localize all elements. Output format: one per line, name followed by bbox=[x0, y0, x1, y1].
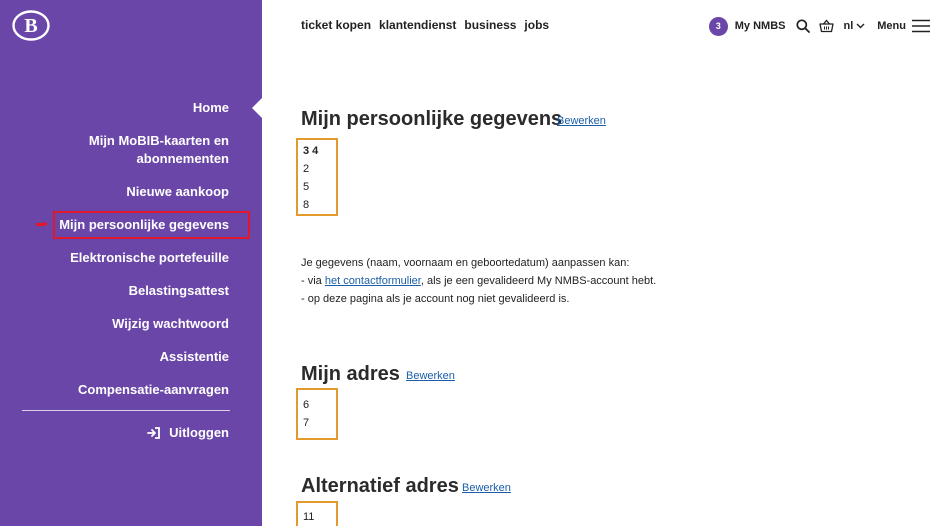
personal-value-4: 8 bbox=[303, 199, 310, 211]
edit-personal-link[interactable]: Bewerken bbox=[557, 115, 606, 127]
sidebar-item-persoonlijke-gegevens[interactable]: Mijn persoonlijke gegevens bbox=[59, 216, 229, 234]
sidebar-item-belastingsattest[interactable]: Belastingsattest bbox=[129, 282, 229, 300]
logout-icon bbox=[147, 426, 161, 439]
alt-address-values-box: 11 bbox=[296, 501, 338, 526]
menu-label: Menu bbox=[877, 20, 906, 32]
logo-icon[interactable]: B bbox=[12, 10, 50, 41]
hamburger-menu-icon bbox=[912, 19, 930, 33]
nav-link-klantendienst[interactable]: klantendienst bbox=[379, 18, 456, 32]
personal-data-title: Mijn persoonlijke gegevens bbox=[301, 108, 563, 130]
personal-value-2: 2 bbox=[303, 163, 310, 175]
language-selector[interactable]: nl bbox=[843, 20, 865, 32]
arrow-right-icon bbox=[36, 221, 48, 227]
info-line-2: - via het contactformulier, als je een g… bbox=[301, 272, 656, 290]
sidebar-item-mobib-line2[interactable]: abonnementen bbox=[137, 150, 229, 168]
basket-icon[interactable] bbox=[819, 19, 835, 33]
sidebar-divider bbox=[22, 410, 230, 411]
sidebar-item-portefeuille[interactable]: Elektronische portefeuille bbox=[70, 249, 229, 267]
language-label: nl bbox=[843, 20, 854, 32]
address-title: Mijn adres bbox=[301, 363, 400, 385]
personal-value-3: 5 bbox=[303, 181, 310, 193]
nav-link-business[interactable]: business bbox=[464, 18, 516, 32]
edit-alt-address-link[interactable]: Bewerken bbox=[462, 482, 511, 494]
top-right-toolbar: 3 My NMBS nl Menu bbox=[708, 15, 930, 37]
top-nav: ticket kopen klantendienst business jobs bbox=[301, 18, 549, 32]
sidebar-item-wachtwoord[interactable]: Wijzig wachtwoord bbox=[112, 315, 229, 333]
address-values-box: 6 7 bbox=[296, 388, 338, 440]
edit-address-link[interactable]: Bewerken bbox=[406, 370, 455, 382]
address-value-1: 6 bbox=[303, 399, 310, 411]
search-icon[interactable] bbox=[796, 19, 811, 33]
my-nmbs-button[interactable]: 3 My NMBS bbox=[708, 16, 786, 36]
sidebar-item-mobib-line1[interactable]: Mijn MoBIB-kaarten en bbox=[89, 132, 229, 150]
info-line-2-suffix: , als je een gevalideerd My NMBS-account… bbox=[420, 275, 657, 287]
sidebar-item-compensatie[interactable]: Compensatie-aanvragen bbox=[78, 381, 229, 399]
notification-badge: 3 bbox=[708, 16, 728, 36]
personal-values-box: 3 4 2 5 8 bbox=[296, 138, 338, 216]
info-line-3: - op deze pagina als je account nog niet… bbox=[301, 293, 570, 305]
active-nav-indicator bbox=[252, 97, 263, 119]
info-line-1: Je gegevens (naam, voornaam en geboorted… bbox=[301, 257, 630, 269]
personal-value-1: 3 4 bbox=[303, 145, 319, 157]
alt-address-value-1: 11 bbox=[303, 511, 315, 523]
menu-button[interactable]: Menu bbox=[877, 19, 930, 33]
logout-label: Uitloggen bbox=[169, 425, 229, 440]
logo-letter: B bbox=[24, 15, 37, 37]
sidebar: B Home Mijn MoBIB-kaarten en abonnemente… bbox=[0, 0, 263, 526]
alt-address-title: Alternatief adres bbox=[301, 475, 459, 497]
contact-form-link[interactable]: het contactformulier bbox=[325, 275, 421, 287]
chevron-down-icon bbox=[856, 23, 865, 29]
info-text: Je gegevens (naam, voornaam en geboorted… bbox=[301, 254, 656, 308]
info-line-2-prefix: - via bbox=[301, 275, 325, 287]
sidebar-item-assistentie[interactable]: Assistentie bbox=[160, 348, 229, 366]
sidebar-item-home[interactable]: Home bbox=[193, 99, 229, 117]
nav-link-jobs[interactable]: jobs bbox=[524, 18, 549, 32]
account-label: My NMBS bbox=[734, 20, 786, 32]
nav-link-ticket-kopen[interactable]: ticket kopen bbox=[301, 18, 371, 32]
sidebar-item-nieuwe-aankoop[interactable]: Nieuwe aankoop bbox=[126, 183, 229, 201]
logout-button[interactable]: Uitloggen bbox=[147, 425, 229, 440]
address-value-2: 7 bbox=[303, 417, 310, 429]
